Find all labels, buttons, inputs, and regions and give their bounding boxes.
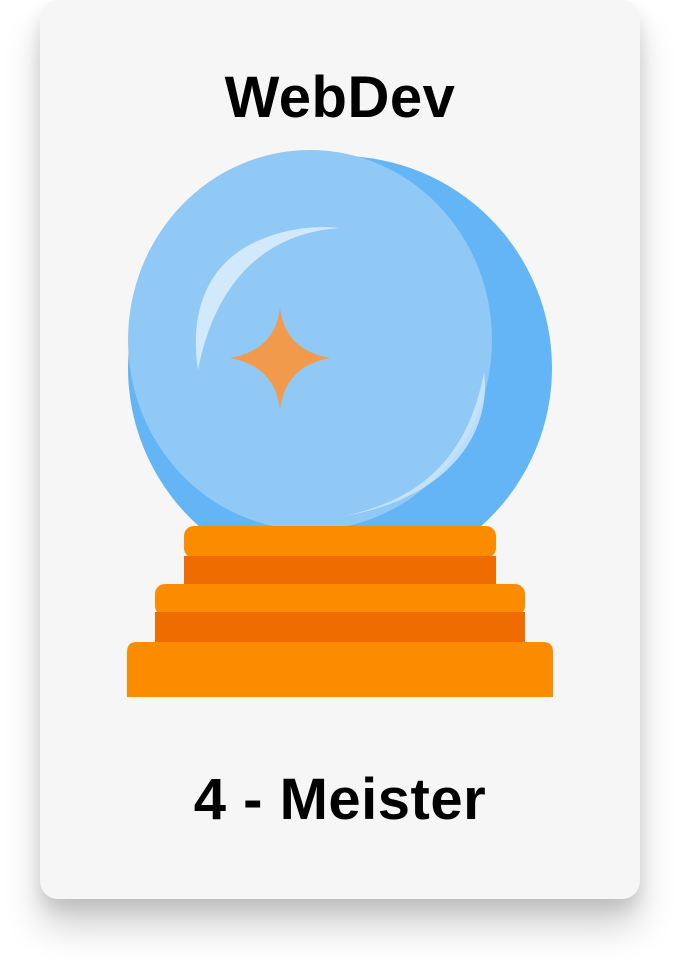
base-bottom-step (127, 642, 553, 697)
badge-level-label: 4 - Meister (193, 767, 487, 832)
base-top-step (184, 526, 496, 558)
base-middle-step (155, 584, 525, 616)
base-top-stripe (184, 556, 496, 586)
badge-card: WebDev 4 - Meister (40, 0, 640, 899)
base-middle-stripe (155, 612, 525, 642)
